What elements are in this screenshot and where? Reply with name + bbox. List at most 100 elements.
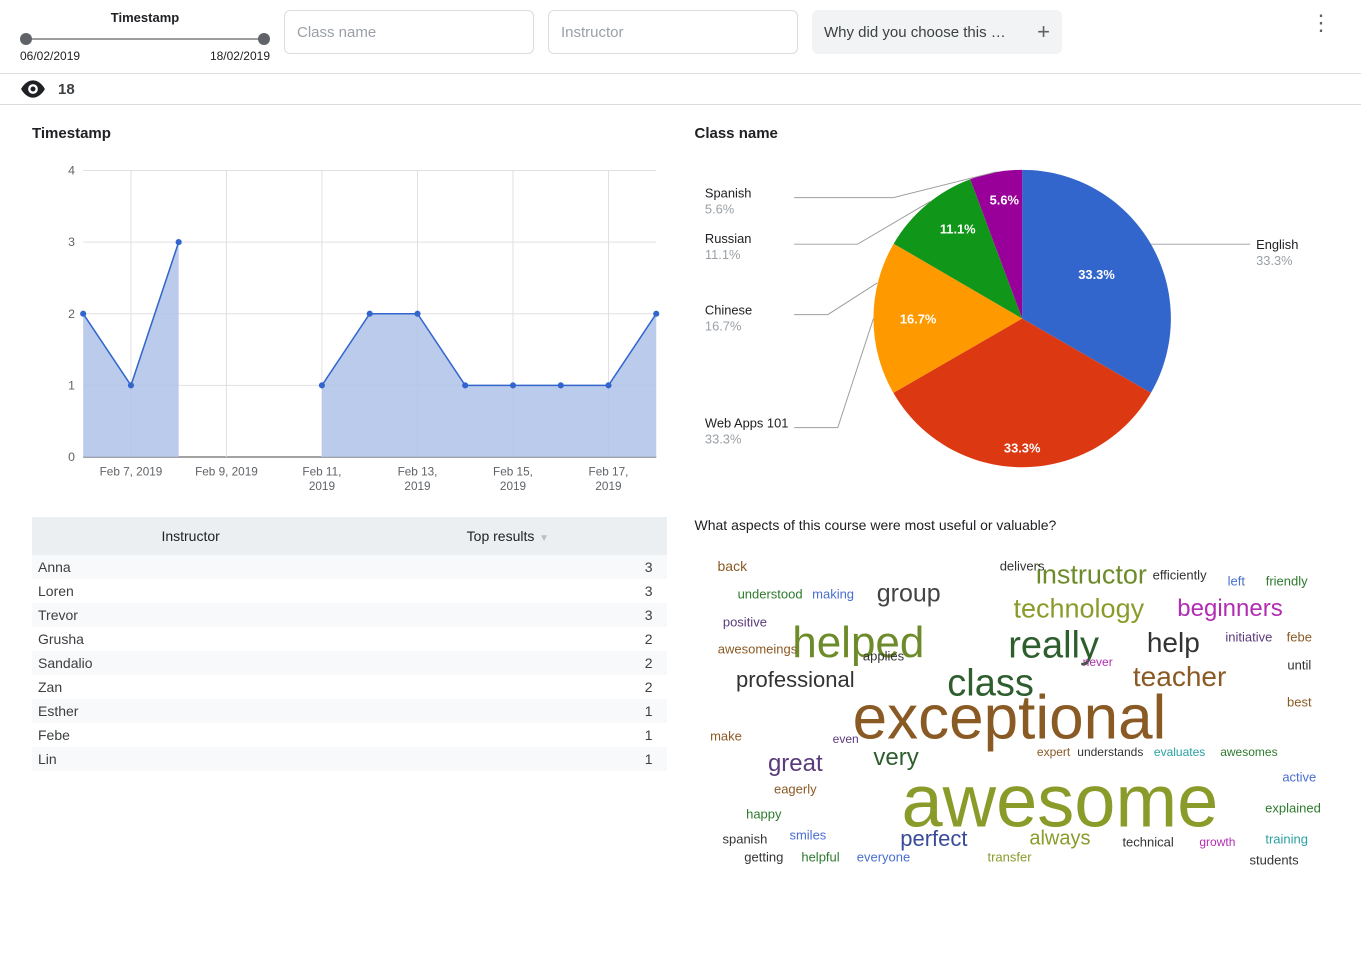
slider-handle-right[interactable] bbox=[258, 33, 270, 45]
table-row[interactable]: Lin1 bbox=[32, 747, 667, 771]
cloud-word[interactable]: efficiently bbox=[1153, 568, 1207, 583]
svg-text:Feb 17,2019: Feb 17,2019 bbox=[589, 465, 629, 492]
cloud-word[interactable]: making bbox=[812, 586, 854, 601]
cloud-word[interactable]: helpful bbox=[801, 850, 839, 865]
svg-text:4: 4 bbox=[68, 164, 75, 178]
cloud-word[interactable]: explained bbox=[1265, 800, 1321, 815]
cloud-word[interactable]: helped bbox=[792, 618, 924, 668]
result-count: 3 bbox=[349, 603, 666, 627]
cloud-word[interactable]: delivers bbox=[1000, 558, 1045, 573]
svg-text:Feb 9, 2019: Feb 9, 2019 bbox=[195, 465, 258, 478]
cloud-word[interactable]: smiles bbox=[789, 828, 826, 843]
instructor-filter[interactable]: Instructor bbox=[548, 10, 798, 54]
cloud-word[interactable]: understood bbox=[738, 586, 803, 601]
cloud-word[interactable]: best bbox=[1287, 695, 1312, 710]
cloud-word[interactable]: always bbox=[1029, 827, 1090, 850]
col-top-results[interactable]: Top results ▼ bbox=[349, 517, 666, 555]
overflow-menu[interactable]: ⋮ bbox=[1301, 10, 1341, 36]
cloud-word[interactable]: everyone bbox=[857, 850, 910, 865]
cloud-word[interactable]: professional bbox=[736, 667, 855, 693]
svg-text:Feb 7, 2019: Feb 7, 2019 bbox=[100, 465, 163, 478]
cloud-word[interactable]: initiative bbox=[1225, 630, 1272, 645]
sort-desc-icon[interactable]: ▼ bbox=[536, 533, 549, 544]
table-row[interactable]: Grusha2 bbox=[32, 627, 667, 651]
class-name-filter[interactable]: Class name bbox=[284, 10, 534, 54]
table-row[interactable]: Anna3 bbox=[32, 555, 667, 579]
table-row[interactable]: Zan2 bbox=[32, 675, 667, 699]
svg-text:0: 0 bbox=[68, 450, 75, 464]
cloud-word[interactable]: back bbox=[718, 558, 748, 574]
cloud-word[interactable]: transfer bbox=[987, 850, 1031, 865]
cloud-word[interactable]: help bbox=[1147, 627, 1200, 659]
word-cloud[interactable]: awesomeexceptionalhelpedclassreallyinstr… bbox=[695, 541, 1325, 871]
cloud-word[interactable]: febe bbox=[1287, 630, 1312, 645]
plus-icon[interactable]: + bbox=[1037, 19, 1050, 45]
slider-handle-left[interactable] bbox=[20, 33, 32, 45]
timestamp-chart-panel: Timestamp 0 1 2 bbox=[18, 117, 681, 509]
cloud-word[interactable]: group bbox=[877, 579, 941, 608]
timestamp-to: 18/02/2019 bbox=[210, 49, 270, 63]
cloud-word[interactable]: technical bbox=[1122, 834, 1173, 849]
instructor-results-table[interactable]: Instructor Top results ▼ Anna3Loren3Trev… bbox=[32, 517, 667, 771]
cloud-word[interactable]: perfect bbox=[900, 826, 967, 852]
cloud-word[interactable]: getting bbox=[744, 850, 783, 865]
cloud-word[interactable]: expert bbox=[1037, 745, 1070, 759]
class-name-chart-title: Class name bbox=[695, 125, 1330, 142]
instructor-name: Loren bbox=[32, 579, 349, 603]
table-row[interactable]: Loren3 bbox=[32, 579, 667, 603]
svg-text:33.3%: 33.3% bbox=[704, 431, 741, 446]
svg-text:33.3%: 33.3% bbox=[1003, 440, 1040, 455]
table-row[interactable]: Esther1 bbox=[32, 699, 667, 723]
cloud-word[interactable]: awesomes bbox=[1220, 745, 1277, 759]
cloud-word[interactable]: beginners bbox=[1177, 595, 1282, 623]
why-filter-chip[interactable]: Why did you choose this … + bbox=[812, 10, 1062, 54]
timestamp-area-chart[interactable]: 0 1 2 3 4 Feb 7, 2019 Feb 9, 201 bbox=[32, 150, 667, 498]
table-row[interactable]: Trevor3 bbox=[32, 603, 667, 627]
top-results-panel: Instructor Top results ▼ Anna3Loren3Trev… bbox=[18, 509, 681, 879]
cloud-word[interactable]: evaluates bbox=[1154, 745, 1205, 759]
cloud-word[interactable]: understands bbox=[1077, 745, 1143, 759]
table-row[interactable]: Sandalio2 bbox=[32, 651, 667, 675]
cloud-word[interactable]: teacher bbox=[1133, 661, 1226, 693]
cloud-word[interactable]: friendly bbox=[1266, 574, 1308, 589]
instructor-name: Febe bbox=[32, 723, 349, 747]
col-instructor[interactable]: Instructor bbox=[32, 517, 349, 555]
instructor-name: Zan bbox=[32, 675, 349, 699]
cloud-word[interactable]: eagerly bbox=[774, 781, 817, 796]
timestamp-slider[interactable] bbox=[20, 29, 270, 49]
cloud-word[interactable]: growth bbox=[1199, 835, 1235, 849]
timestamp-chart-title: Timestamp bbox=[32, 125, 667, 142]
cloud-word[interactable]: left bbox=[1228, 574, 1245, 589]
table-row[interactable]: Febe1 bbox=[32, 723, 667, 747]
cloud-word[interactable]: happy bbox=[746, 806, 781, 821]
cloud-word[interactable]: class bbox=[947, 662, 1034, 705]
svg-text:11.1%: 11.1% bbox=[704, 247, 740, 262]
pie-label-web: Web Apps 101 bbox=[704, 416, 788, 431]
cloud-word[interactable]: technology bbox=[1013, 594, 1144, 625]
class-name-chart-panel: Class name 33.3% 33.3% 16.7% 11.1% 5.6% bbox=[681, 117, 1344, 509]
cloud-word[interactable]: students bbox=[1250, 853, 1299, 868]
pie-label-spanish: Spanish bbox=[704, 186, 751, 201]
cloud-word[interactable]: until bbox=[1287, 657, 1311, 672]
cloud-word[interactable]: training bbox=[1265, 831, 1308, 846]
cloud-word[interactable]: active bbox=[1282, 769, 1316, 784]
timestamp-filter[interactable]: Timestamp 06/02/2019 18/02/2019 bbox=[20, 10, 270, 63]
svg-text:33.3%: 33.3% bbox=[1078, 267, 1115, 282]
cloud-word[interactable]: never bbox=[1083, 655, 1113, 669]
cloud-word[interactable]: great bbox=[768, 750, 823, 778]
cloud-word[interactable]: even bbox=[833, 732, 859, 746]
word-cloud-panel: What aspects of this course were most us… bbox=[681, 509, 1344, 879]
cloud-word[interactable]: positive bbox=[723, 614, 767, 629]
result-count: 1 bbox=[349, 747, 666, 771]
cloud-word[interactable]: very bbox=[873, 744, 918, 772]
cloud-word[interactable]: awesomeings bbox=[718, 642, 798, 657]
class-name-pie-chart[interactable]: 33.3% 33.3% 16.7% 11.1% 5.6% Engli bbox=[695, 150, 1330, 487]
svg-text:Feb 13,2019: Feb 13,2019 bbox=[398, 465, 438, 492]
result-count: 1 bbox=[349, 723, 666, 747]
svg-text:Feb 11,2019: Feb 11,2019 bbox=[302, 465, 341, 492]
record-count: 18 bbox=[58, 81, 75, 98]
cloud-word[interactable]: instructor bbox=[1036, 560, 1147, 591]
cloud-word[interactable]: applies bbox=[863, 648, 904, 663]
cloud-word[interactable]: spanish bbox=[722, 831, 767, 846]
cloud-word[interactable]: make bbox=[710, 729, 742, 744]
